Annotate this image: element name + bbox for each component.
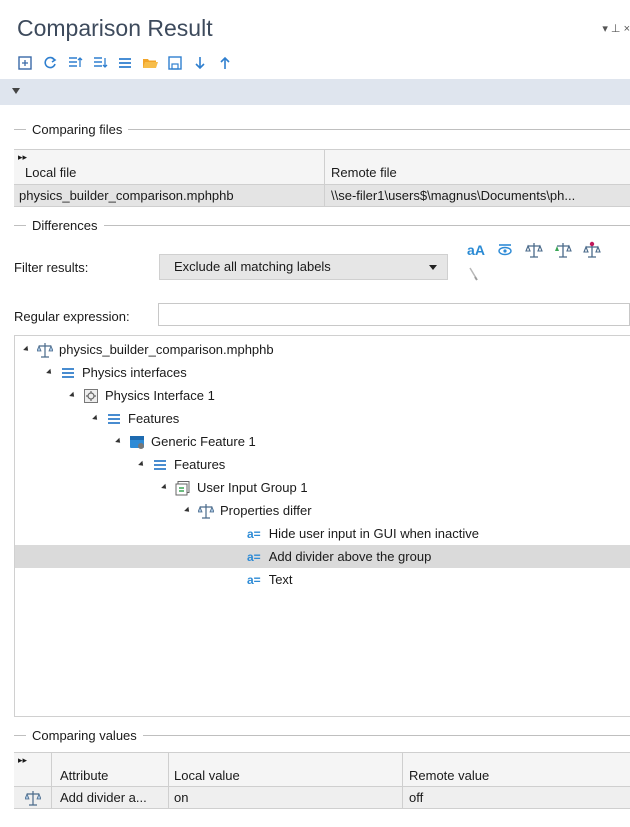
input-group-icon [175, 480, 191, 496]
expand-toggle-icon[interactable] [92, 414, 100, 422]
toolbar [17, 52, 233, 74]
attribute-icon: a= [247, 526, 261, 541]
local-file-column-header[interactable]: ▸▸ Local file [14, 150, 325, 184]
save-icon[interactable] [167, 55, 183, 71]
local-value-column-header[interactable]: Local value [169, 753, 403, 786]
expand-toggle-icon[interactable] [23, 345, 31, 353]
scale-icon [14, 787, 52, 808]
regular-expression-input[interactable] [158, 303, 630, 326]
table-row[interactable]: physics_builder_comparison.mphphb \\se-f… [14, 185, 630, 207]
open-folder-icon[interactable] [142, 55, 158, 71]
table-header: ▸▸ Attribute Local value Remote value [14, 753, 630, 787]
expand-toggle-icon[interactable] [161, 483, 169, 491]
differences-tree[interactable]: physics_builder_comparison.mphphb Physic… [14, 335, 630, 717]
attribute-icon: a= [247, 572, 261, 587]
icon-column-header[interactable]: ▸▸ [14, 753, 52, 786]
expand-toggle-icon[interactable] [184, 506, 192, 514]
regular-expression-label: Regular expression: [14, 309, 130, 324]
remote-value-cell: off [409, 790, 424, 805]
scale-icon [198, 503, 214, 519]
filter-results-select[interactable]: Exclude all matching labels [159, 254, 448, 280]
tree-node-root[interactable]: physics_builder_comparison.mphphb [15, 338, 630, 361]
comparing-values-table: ▸▸ Attribute Local value Remote value Ad… [14, 752, 630, 809]
tree-node-generic-feature-1[interactable]: Generic Feature 1 [15, 430, 630, 453]
feature-icon [129, 434, 145, 450]
tree-node-physics-interfaces[interactable]: Physics interfaces [15, 361, 630, 384]
remote-value-column-header[interactable]: Remote value [403, 753, 630, 786]
scale-icon [37, 342, 53, 358]
settings-collapse-bar[interactable] [0, 79, 630, 105]
comparing-values-section-header[interactable]: Comparing values [14, 726, 630, 744]
match-case-icon[interactable]: aA [466, 240, 486, 260]
tree-node-features-nested[interactable]: Features [15, 453, 630, 476]
filter-results-label: Filter results: [14, 260, 89, 275]
tree-node-attribute-selected[interactable]: a= Add divider above the group [15, 545, 630, 568]
refresh-icon[interactable] [42, 55, 58, 71]
expand-toggle-icon[interactable] [115, 437, 123, 445]
differences-section-header[interactable]: Differences [14, 216, 630, 234]
expand-toggle-icon[interactable] [69, 391, 77, 399]
chevron-down-icon [429, 265, 437, 270]
physics-interface-icon [83, 388, 99, 404]
tree-node-user-input-group-1[interactable]: User Input Group 1 [15, 476, 630, 499]
table-header: ▸▸ Local file Remote file [14, 150, 630, 185]
tree-node-attribute[interactable]: a= Hide user input in GUI when inactive [15, 522, 630, 545]
tree-node-attribute[interactable]: a= Text [15, 568, 630, 591]
tree-node-properties-differ[interactable]: Properties differ [15, 499, 630, 522]
list-icon [152, 457, 168, 473]
clear-filter-icon[interactable] [468, 267, 480, 281]
list-icon [106, 411, 122, 427]
expand-columns-icon[interactable]: ▸▸ [18, 755, 27, 766]
filter-toolbar: aA [466, 240, 602, 260]
section-title: Differences [32, 217, 98, 233]
remote-file-cell: \\se-filer1\users$\magnus\Documents\ph..… [331, 188, 576, 203]
section-title: Comparing values [32, 727, 137, 743]
attribute-column-header[interactable]: Attribute [52, 753, 169, 786]
expand-columns-icon[interactable]: ▸▸ [18, 152, 27, 163]
collapse-all-icon[interactable] [92, 55, 108, 71]
comparing-files-table: ▸▸ Local file Remote file physics_builde… [14, 149, 630, 207]
chevron-down-icon [12, 88, 20, 94]
comparing-files-section-header[interactable]: Comparing files [14, 120, 630, 138]
save-comparison-icon[interactable] [17, 55, 33, 71]
list-icon[interactable] [117, 55, 133, 71]
local-value-cell: on [169, 787, 403, 808]
expand-toggle-icon[interactable] [138, 460, 146, 468]
attribute-icon: a= [247, 549, 261, 564]
differences-icon[interactable] [524, 240, 544, 260]
tree-node-features[interactable]: Features [15, 407, 630, 430]
local-file-cell: physics_builder_comparison.mphphb [14, 185, 325, 206]
right-differences-icon[interactable] [582, 240, 602, 260]
previous-difference-icon[interactable] [217, 55, 233, 71]
expand-all-icon[interactable] [67, 55, 83, 71]
panel-title: Comparison Result [17, 15, 213, 41]
left-differences-icon[interactable] [553, 240, 573, 260]
remote-file-column-header[interactable]: Remote file [325, 150, 630, 184]
expand-toggle-icon[interactable] [46, 368, 54, 376]
section-title: Comparing files [32, 121, 123, 137]
table-row[interactable]: Add divider a... on off [14, 787, 630, 809]
list-icon [60, 365, 76, 381]
next-difference-icon[interactable] [192, 55, 208, 71]
window-controls[interactable]: ▾ ⊥ × [602, 22, 630, 35]
filter-visible-icon[interactable] [495, 240, 515, 260]
attribute-cell: Add divider a... [52, 787, 169, 808]
tree-node-physics-interface-1[interactable]: Physics Interface 1 [15, 384, 630, 407]
